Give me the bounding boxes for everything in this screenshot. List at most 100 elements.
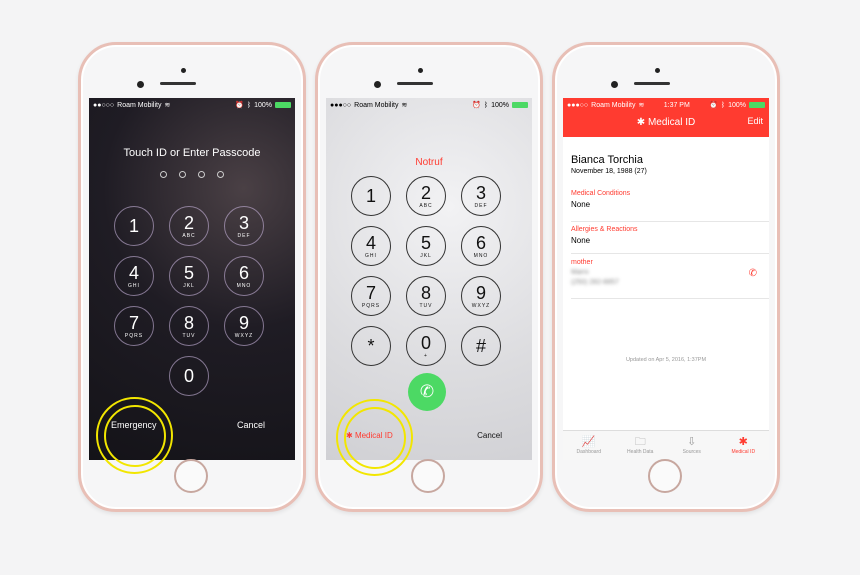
dialer-keypad: 1 2 ABC 3 DEF 4 GHI 5 JKL 6 MNO 7 PQRS 8 TUV 9 WXYZ * 0 + # bbox=[351, 176, 501, 366]
status-bar: ●●●○○ Roam Mobility ≋ ⏰ ᛒ 100% bbox=[326, 98, 532, 112]
medical-id-button[interactable]: ✱ Medical ID bbox=[346, 431, 393, 440]
earpiece bbox=[397, 82, 433, 85]
key-1[interactable]: 1 bbox=[114, 206, 154, 246]
key-hash[interactable]: # bbox=[461, 326, 501, 366]
key-letters: TUV bbox=[419, 302, 433, 309]
phone-icon[interactable]: ✆ bbox=[749, 268, 757, 279]
key-letters: ABC bbox=[419, 202, 433, 209]
signal-icon: ●●●○○ bbox=[330, 101, 352, 109]
key-8[interactable]: 8 TUV bbox=[406, 276, 446, 316]
key-letters: MNO bbox=[236, 282, 252, 289]
lock-keypad: 1 2 ABC 3 DEF 4 GHI 5 JKL 6 MNO 7 PQRS 8 TUV 9 WXYZ 0 bbox=[114, 206, 264, 396]
home-button[interactable] bbox=[648, 459, 682, 493]
tab-health-data[interactable]: 🗀 Health Data bbox=[615, 431, 667, 460]
key-digit: 4 bbox=[128, 262, 139, 283]
status-bar: ●●●○○ Roam Mobility ≋ 1:37 PM ⏰ ᛒ 100% bbox=[563, 98, 769, 112]
sources-icon: ⇩ bbox=[687, 436, 697, 448]
battery-icon bbox=[275, 102, 291, 108]
phone-icon: ✆ bbox=[419, 382, 435, 401]
key-letters: PQRS bbox=[361, 302, 381, 309]
home-button[interactable] bbox=[174, 459, 208, 493]
tab-medical-id[interactable]: ✱ Medical ID bbox=[718, 431, 770, 460]
patient-name: Bianca Torchia bbox=[571, 154, 643, 166]
cancel-button[interactable]: Cancel bbox=[237, 420, 265, 430]
key-0[interactable]: 0 + bbox=[406, 326, 446, 366]
battery-percent: 100% bbox=[728, 101, 746, 109]
key-3[interactable]: 3 DEF bbox=[461, 176, 501, 216]
battery-percent: 100% bbox=[491, 101, 509, 109]
battery-icon bbox=[749, 102, 765, 108]
key-8[interactable]: 8 TUV bbox=[169, 306, 209, 346]
key-1[interactable]: 1 bbox=[351, 176, 391, 216]
key-digit: * bbox=[367, 335, 375, 356]
key-letters: DEF bbox=[237, 232, 251, 239]
key-digit: 4 bbox=[365, 232, 376, 253]
key-digit: 9 bbox=[238, 312, 249, 333]
header-title: ✱ Medical ID bbox=[636, 117, 696, 128]
tab-bar: 📈 Dashboard 🗀 Health Data ⇩ Sources ✱ Medical I… bbox=[563, 430, 769, 460]
updated-text: Updated on Apr 5, 2016, 1:37PM bbox=[625, 357, 707, 363]
key-5[interactable]: 5 JKL bbox=[169, 256, 209, 296]
key-4[interactable]: 4 GHI bbox=[114, 256, 154, 296]
key-7[interactable]: 7 PQRS bbox=[114, 306, 154, 346]
signal-icon: ●●○○○ bbox=[93, 101, 115, 109]
key-4[interactable]: 4 GHI bbox=[351, 226, 391, 266]
earpiece bbox=[160, 82, 196, 85]
key-2[interactable]: 2 ABC bbox=[406, 176, 446, 216]
key-3[interactable]: 3 DEF bbox=[224, 206, 264, 246]
battery-icon bbox=[512, 102, 528, 108]
home-button[interactable] bbox=[411, 459, 445, 493]
key-9[interactable]: 9 WXYZ bbox=[224, 306, 264, 346]
asterisk-icon: ✱ bbox=[636, 117, 648, 128]
clock: 1:37 PM bbox=[663, 101, 690, 109]
dashboard-icon: 📈 bbox=[581, 436, 596, 448]
earpiece bbox=[634, 82, 670, 85]
medical-id-screen: ●●●○○ Roam Mobility ≋ 1:37 PM ⏰ ᛒ 100% ✱ Med… bbox=[563, 98, 769, 460]
key-letters: + bbox=[424, 352, 428, 359]
asterisk-icon: ✱ bbox=[346, 431, 355, 440]
key-digit: 3 bbox=[475, 182, 486, 203]
key-digit: 0 bbox=[420, 332, 431, 353]
key-9[interactable]: 9 WXYZ bbox=[461, 276, 501, 316]
wifi-icon: ≋ bbox=[401, 102, 408, 109]
section-allergies: Allergies & Reactions None bbox=[571, 222, 769, 254]
phone-medical-id: ●●●○○ Roam Mobility ≋ 1:37 PM ⏰ ᛒ 100% ✱ Med… bbox=[552, 42, 780, 512]
emergency-button[interactable]: Emergency bbox=[111, 420, 157, 430]
key-letters: GHI bbox=[365, 252, 377, 259]
status-bar: ●●○○○ Roam Mobility ≋ ⏰ ᛒ 100% bbox=[89, 98, 295, 112]
key-digit: 7 bbox=[128, 312, 139, 333]
sensor bbox=[181, 68, 186, 73]
key-digit: 0 bbox=[183, 365, 194, 386]
wifi-icon: ≋ bbox=[638, 102, 645, 109]
key-letters: WXYZ bbox=[234, 332, 254, 339]
key-digit: 5 bbox=[420, 232, 431, 253]
tab-dashboard[interactable]: 📈 Dashboard bbox=[563, 431, 615, 460]
carrier: Roam Mobility bbox=[117, 101, 162, 109]
front-camera bbox=[374, 81, 381, 88]
key-digit: # bbox=[475, 335, 486, 356]
edit-button[interactable]: Edit bbox=[747, 116, 763, 126]
key-6[interactable]: 6 MNO bbox=[461, 226, 501, 266]
key-2[interactable]: 2 ABC bbox=[169, 206, 209, 246]
key-digit: 2 bbox=[420, 182, 431, 203]
call-button[interactable]: ✆ bbox=[408, 373, 446, 411]
tab-sources[interactable]: ⇩ Sources bbox=[666, 431, 718, 460]
bluetooth-icon: ᛒ bbox=[246, 101, 252, 109]
key-letters: DEF bbox=[474, 202, 488, 209]
key-0[interactable]: 0 bbox=[169, 356, 209, 396]
key-digit: 9 bbox=[475, 282, 486, 303]
emergency-contact[interactable]: mother Marni (250) 282-8857 ✆ bbox=[571, 254, 769, 299]
key-star[interactable]: * bbox=[351, 326, 391, 366]
sensor bbox=[418, 68, 423, 73]
key-6[interactable]: 6 MNO bbox=[224, 256, 264, 296]
wifi-icon: ≋ bbox=[164, 102, 171, 109]
key-letters: JKL bbox=[420, 252, 432, 259]
key-letters: GHI bbox=[128, 282, 140, 289]
key-7[interactable]: 7 PQRS bbox=[351, 276, 391, 316]
cancel-button[interactable]: Cancel bbox=[477, 431, 502, 440]
key-5[interactable]: 5 JKL bbox=[406, 226, 446, 266]
front-camera bbox=[137, 81, 144, 88]
medical-id-label: Medical ID bbox=[354, 431, 393, 440]
carrier: Roam Mobility bbox=[354, 101, 399, 109]
key-letters: TUV bbox=[182, 332, 196, 339]
